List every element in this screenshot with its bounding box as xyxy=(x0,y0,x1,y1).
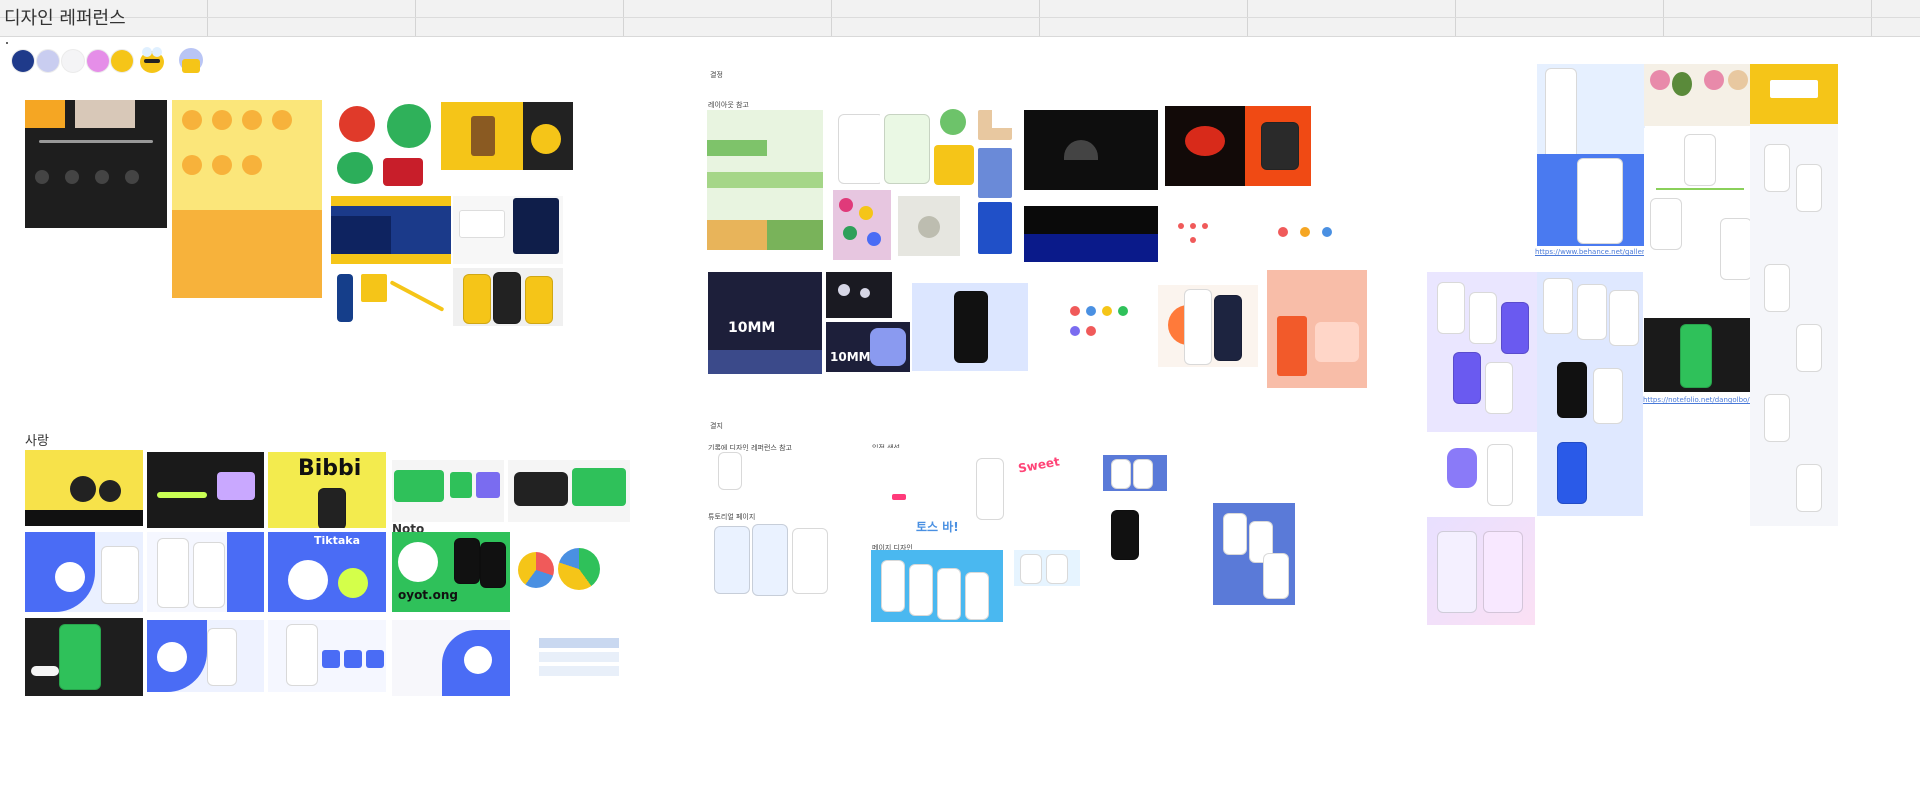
ref-yellow-mascot-site[interactable] xyxy=(25,450,143,526)
marker-dot xyxy=(6,42,8,44)
ref-ornament-logo[interactable] xyxy=(331,102,439,190)
ref-blue-sheet-ui[interactable] xyxy=(392,620,510,696)
toss-annotation: 토스 바! xyxy=(916,520,959,534)
ref-tall-app-flow[interactable] xyxy=(1750,64,1838,526)
ref-t-3d-render[interactable] xyxy=(1267,270,1367,388)
swatch-white[interactable] xyxy=(62,50,84,72)
10mm-logo-2: 10MM xyxy=(830,350,871,364)
ref-message-screens[interactable] xyxy=(871,550,1003,622)
ref-table-sketch[interactable] xyxy=(525,612,625,696)
swatch-navy[interactable] xyxy=(12,50,34,72)
ref-tiktaka-app[interactable]: Tiktaka xyxy=(268,532,386,612)
ref-green-phone-dark[interactable] xyxy=(25,618,143,696)
character-jar-image[interactable] xyxy=(176,45,206,75)
ref-message-small[interactable] xyxy=(1014,550,1080,586)
ref-blue-mountain-site[interactable] xyxy=(331,196,451,264)
ref-sticker-icons[interactable] xyxy=(930,105,978,191)
ref-calendar-ui[interactable] xyxy=(1172,213,1244,265)
ref-green-layout[interactable] xyxy=(707,110,823,250)
ref-blue-card-strip[interactable] xyxy=(1103,455,1167,491)
ref-blue-phone-gradient[interactable] xyxy=(912,283,1028,371)
ref-blue-profile-app[interactable] xyxy=(1537,64,1645,246)
grid-row-line xyxy=(0,17,1920,18)
ref-tutorial-screens[interactable] xyxy=(710,522,830,598)
ref-dark-blue-strip[interactable] xyxy=(1024,206,1158,262)
ref-dark-landing[interactable] xyxy=(25,100,167,228)
swatch-pink[interactable] xyxy=(87,50,109,72)
ref-bee-honeycomb[interactable] xyxy=(172,100,322,298)
oyot-text: oyot.ong xyxy=(398,588,458,602)
ref-phone-with-list[interactable] xyxy=(1107,508,1187,560)
ref-purple-3d-card[interactable] xyxy=(1427,440,1535,512)
ref-sticker-collage[interactable] xyxy=(1644,64,1754,126)
ref-icons-row[interactable] xyxy=(1270,213,1350,258)
ref-phone-green-2[interactable] xyxy=(880,112,932,184)
ref-icon-palette[interactable] xyxy=(1064,276,1162,368)
ref-dark-handwriting-site[interactable] xyxy=(147,452,264,528)
ref-schedule-flow[interactable]: 토스 바! xyxy=(866,448,1006,538)
ref-10mm-dark[interactable]: 10MM xyxy=(708,272,822,374)
swatch-yellow[interactable] xyxy=(111,50,133,72)
ref-bee-app-branding[interactable] xyxy=(453,196,563,264)
ref-blue-mascot-app-1[interactable] xyxy=(25,532,143,612)
ref-phone-green-1[interactable] xyxy=(834,112,886,184)
ref-dark-night-site[interactable] xyxy=(1024,110,1158,190)
caption-tutorial: 튜토리얼 페이지 xyxy=(708,513,756,521)
ref-green-flowchart[interactable] xyxy=(1644,128,1756,320)
ref-blue-blob-mascot[interactable] xyxy=(147,620,264,692)
ref-blue-mascot-flow[interactable] xyxy=(268,620,386,692)
section-mid-label: 결지 xyxy=(710,422,723,430)
bee-mascot-image[interactable] xyxy=(136,45,168,75)
ref-coffee-brand[interactable] xyxy=(441,102,573,170)
section-sarang: 사랑 xyxy=(25,434,49,449)
spreadsheet-grid-header xyxy=(0,0,1920,37)
ref-gradient-app-pair[interactable] xyxy=(1427,517,1535,625)
ref-lanyard-merch[interactable] xyxy=(331,270,451,326)
sweet-annotation: Sweet xyxy=(1017,454,1061,476)
ref-blue-collage[interactable] xyxy=(1213,503,1295,605)
ref-purple-app-spread[interactable] xyxy=(1427,272,1537,432)
swatch-lavender[interactable] xyxy=(37,50,59,72)
bibbi-logo-text: Bibbi xyxy=(298,456,362,481)
ref-sticker-small[interactable] xyxy=(992,108,1014,128)
ref-green-cards[interactable] xyxy=(392,460,504,522)
ref-dark-bubbles[interactable] xyxy=(826,272,892,318)
ref-blue-app-grid[interactable] xyxy=(1537,272,1643,516)
tiktaka-logo-text: Tiktaka xyxy=(314,534,361,547)
ref-green-dark-app[interactable] xyxy=(508,460,630,522)
ref-blue-mascot-app-2[interactable] xyxy=(147,532,264,612)
ref-dark-green-phone[interactable] xyxy=(1644,318,1752,392)
ref-yellow-app-screens[interactable] xyxy=(453,268,563,326)
ref-small-app-shot[interactable] xyxy=(712,450,746,490)
section-decision: 결정 xyxy=(710,71,723,79)
ref-sketch-grey[interactable] xyxy=(898,196,960,256)
ref-pie-charts[interactable] xyxy=(514,540,632,610)
ref-emoji-grid[interactable] xyxy=(976,106,1014,256)
section-layout-ref: 레이아웃 참고 xyxy=(708,101,749,109)
ref-bibbi-app[interactable]: Bibbi xyxy=(268,452,386,528)
ref-10mm-dark-2[interactable]: 10MM xyxy=(826,322,910,372)
ref-flower-pattern[interactable] xyxy=(833,190,891,260)
board-title: 디자인 레퍼런스 xyxy=(4,8,126,29)
ref-orange-lee-site[interactable] xyxy=(1165,106,1311,186)
ref-orange-phones[interactable] xyxy=(1158,285,1258,367)
10mm-logo-1: 10MM xyxy=(728,320,776,336)
ref-oyot-app[interactable]: oyot.ong xyxy=(392,532,510,612)
